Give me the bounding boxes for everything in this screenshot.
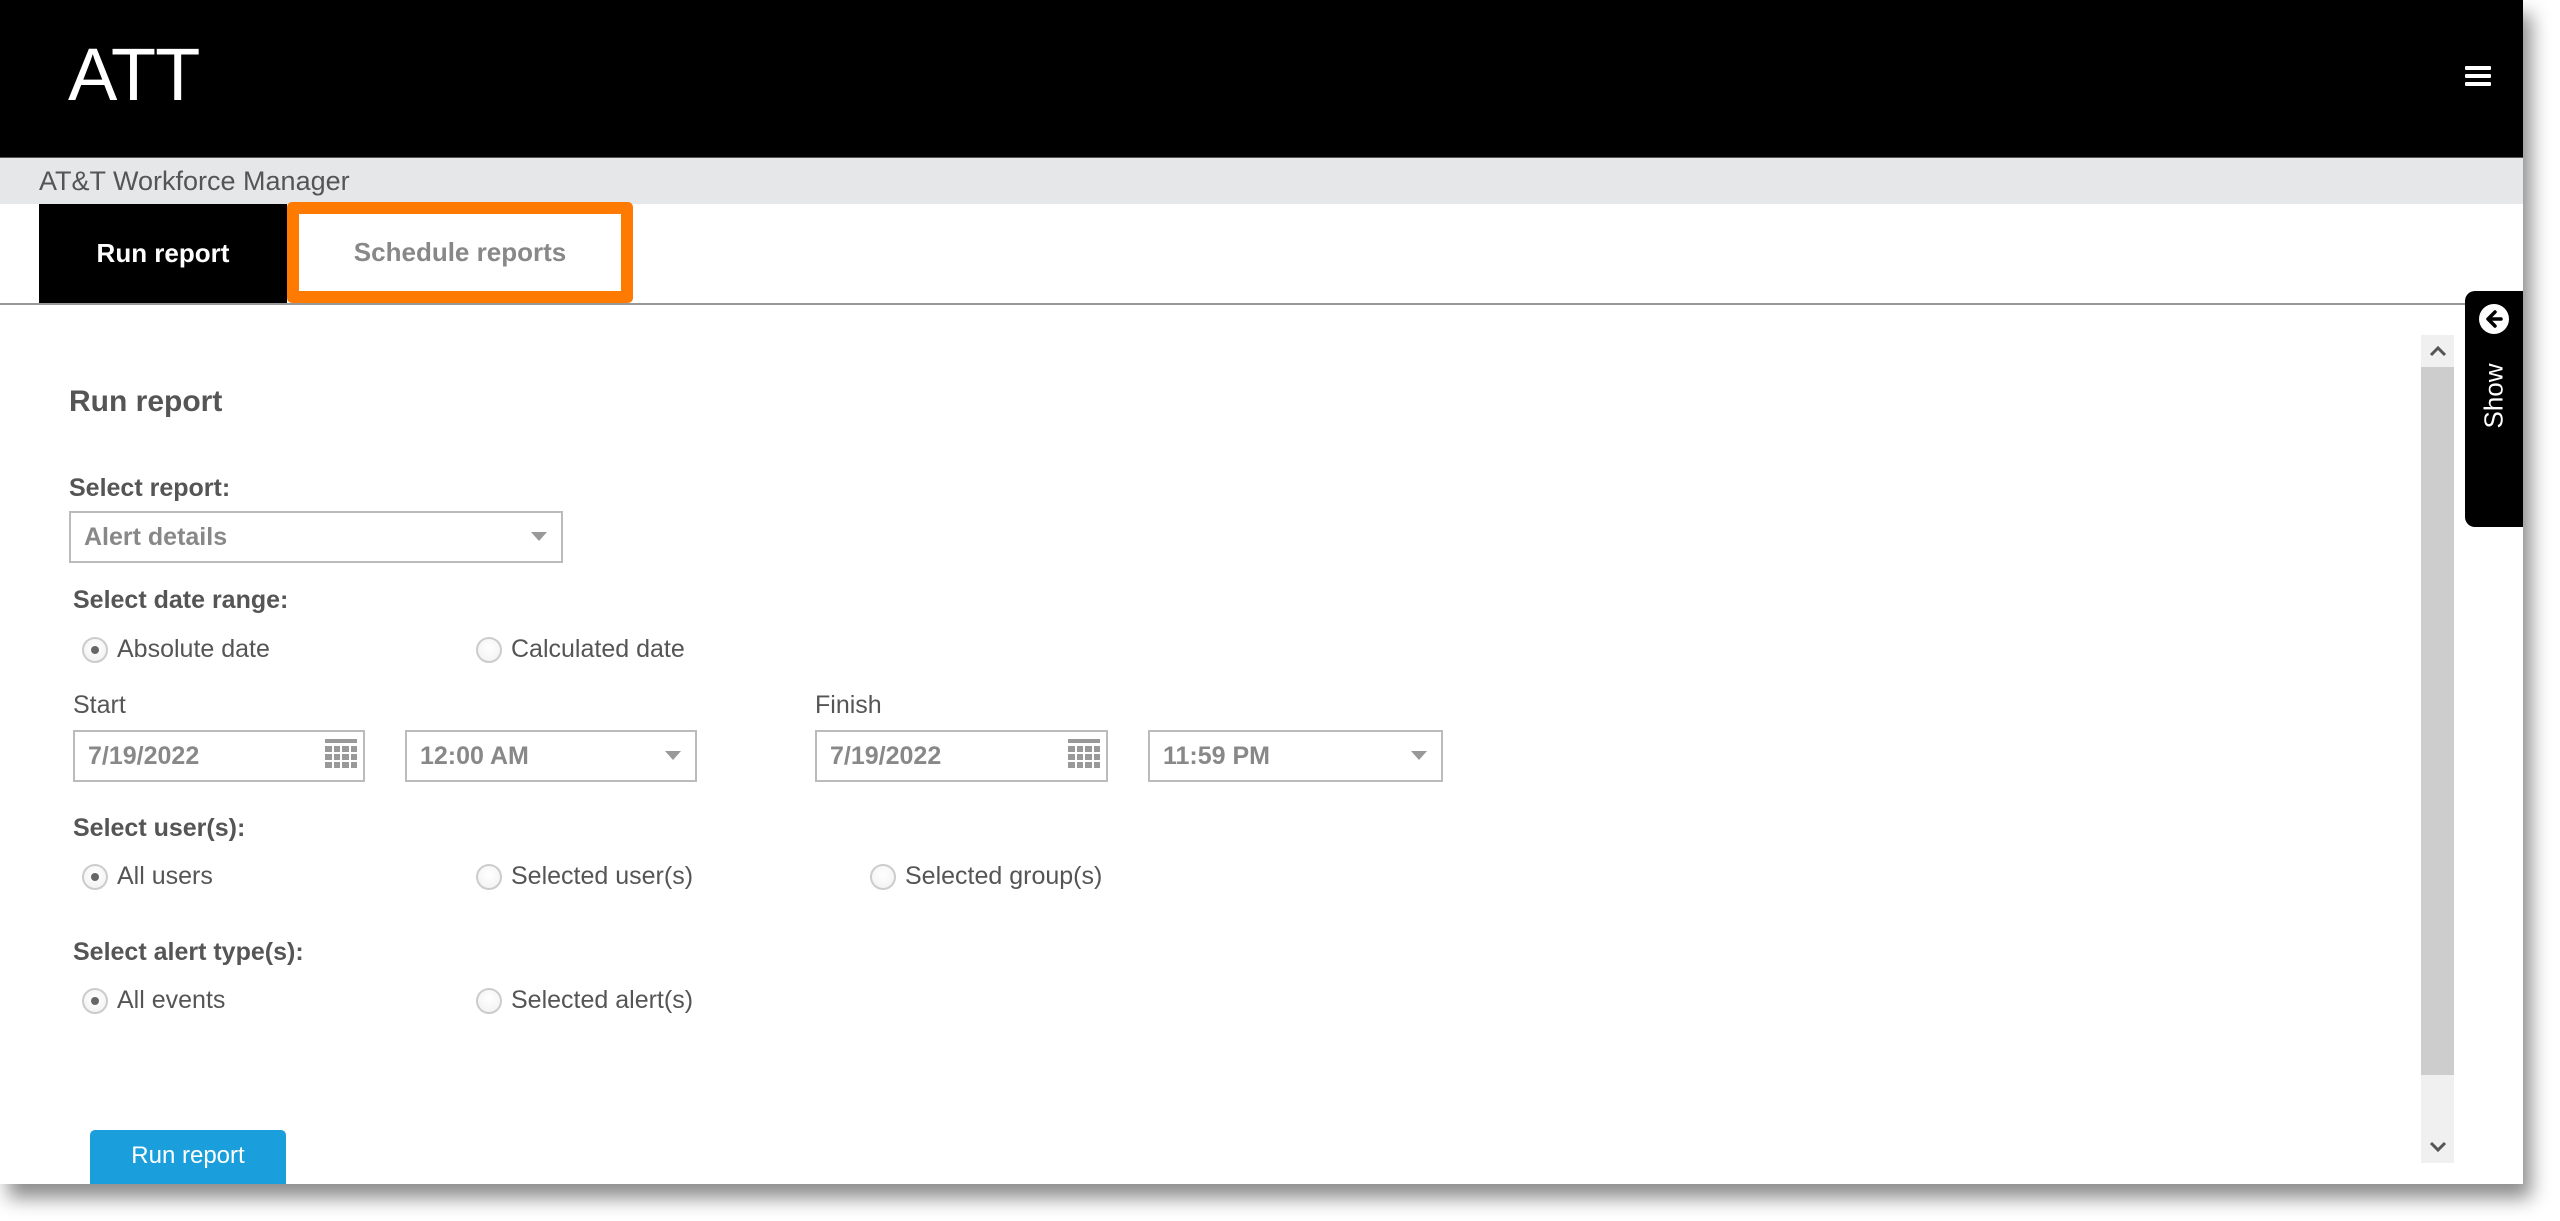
sub-header: AT&T Workforce Manager [0,158,2523,204]
start-label: Start [73,691,126,719]
finish-time-value: 11:59 PM [1163,741,1271,770]
date-range-label: Select date range: [73,586,289,614]
finish-label: Finish [815,691,882,719]
hamburger-menu-icon[interactable] [2465,66,2491,88]
arrow-left-circle-icon [2479,304,2509,334]
radio-unchecked-icon [870,863,896,890]
radio-label: All users [117,862,213,890]
radio-unchecked-icon [476,987,502,1014]
tab-label: Schedule reports [353,237,567,267]
finish-time-select[interactable]: 11:59 PM [1148,730,1443,782]
start-date-input[interactable]: 7/19/2022 [73,730,365,782]
alert-types-label: Select alert type(s): [73,938,304,966]
button-label: Run report [131,1142,245,1169]
tab-run-report[interactable]: Run report [39,204,287,303]
radio-label: Calculated date [511,635,685,663]
report-select[interactable]: Alert details [69,511,563,563]
radio-label: Selected user(s) [511,862,694,890]
finish-date-input[interactable]: 7/19/2022 [815,730,1108,782]
radio-selected-users[interactable]: Selected user(s) [476,862,693,891]
users-label: Select user(s): [73,814,246,842]
tab-schedule-reports[interactable]: Schedule reports [287,202,633,303]
section-heading: Run report [69,385,223,418]
radio-absolute-date[interactable]: Absolute date [82,635,270,664]
chevron-down-icon [665,751,681,760]
show-label: Show [2478,363,2509,429]
radio-checked-icon [82,987,108,1014]
select-report-label: Select report: [69,474,231,502]
finish-date-value: 7/19/2022 [830,741,942,770]
radio-all-events[interactable]: All events [82,986,225,1015]
chevron-up-icon[interactable] [2421,335,2454,367]
radio-checked-icon [82,636,108,663]
radio-selected-alerts[interactable]: Selected alert(s) [476,986,693,1015]
run-report-button[interactable]: Run report [90,1130,286,1184]
brand-logo[interactable]: ATT [68,30,200,120]
report-tabs: Run report Schedule reports [0,202,2523,305]
chevron-down-icon [531,532,547,541]
radio-unchecked-icon [476,636,502,663]
chevron-down-icon[interactable] [2421,1131,2454,1163]
scrollbar-thumb[interactable] [2421,367,2454,1075]
calendar-icon[interactable] [325,739,357,769]
app-title: AT&T Workforce Manager [39,166,350,196]
radio-calculated-date[interactable]: Calculated date [476,635,685,664]
top-bar: ATT [0,0,2523,158]
start-time-value: 12:00 AM [420,741,529,770]
radio-unchecked-icon [476,863,502,890]
calendar-icon[interactable] [1068,739,1100,769]
run-report-form: Run report Select report: Alert details … [0,305,2410,1184]
tab-label: Run report [96,238,230,268]
start-date-value: 7/19/2022 [88,741,200,770]
radio-all-users[interactable]: All users [82,862,213,891]
start-time-select[interactable]: 12:00 AM [405,730,697,782]
radio-selected-groups[interactable]: Selected group(s) [870,862,1102,891]
show-panel-toggle[interactable]: Show [2465,291,2523,527]
vertical-scrollbar[interactable] [2421,335,2454,1163]
app-window: ATT AT&T Workforce Manager Run report Sc… [0,0,2523,1184]
radio-label: All events [117,986,226,1014]
radio-label: Absolute date [117,635,270,663]
radio-label: Selected alert(s) [511,986,694,1014]
radio-label: Selected group(s) [905,862,1103,890]
radio-checked-icon [82,863,108,890]
report-select-value: Alert details [84,522,228,551]
chevron-down-icon [1411,751,1427,760]
